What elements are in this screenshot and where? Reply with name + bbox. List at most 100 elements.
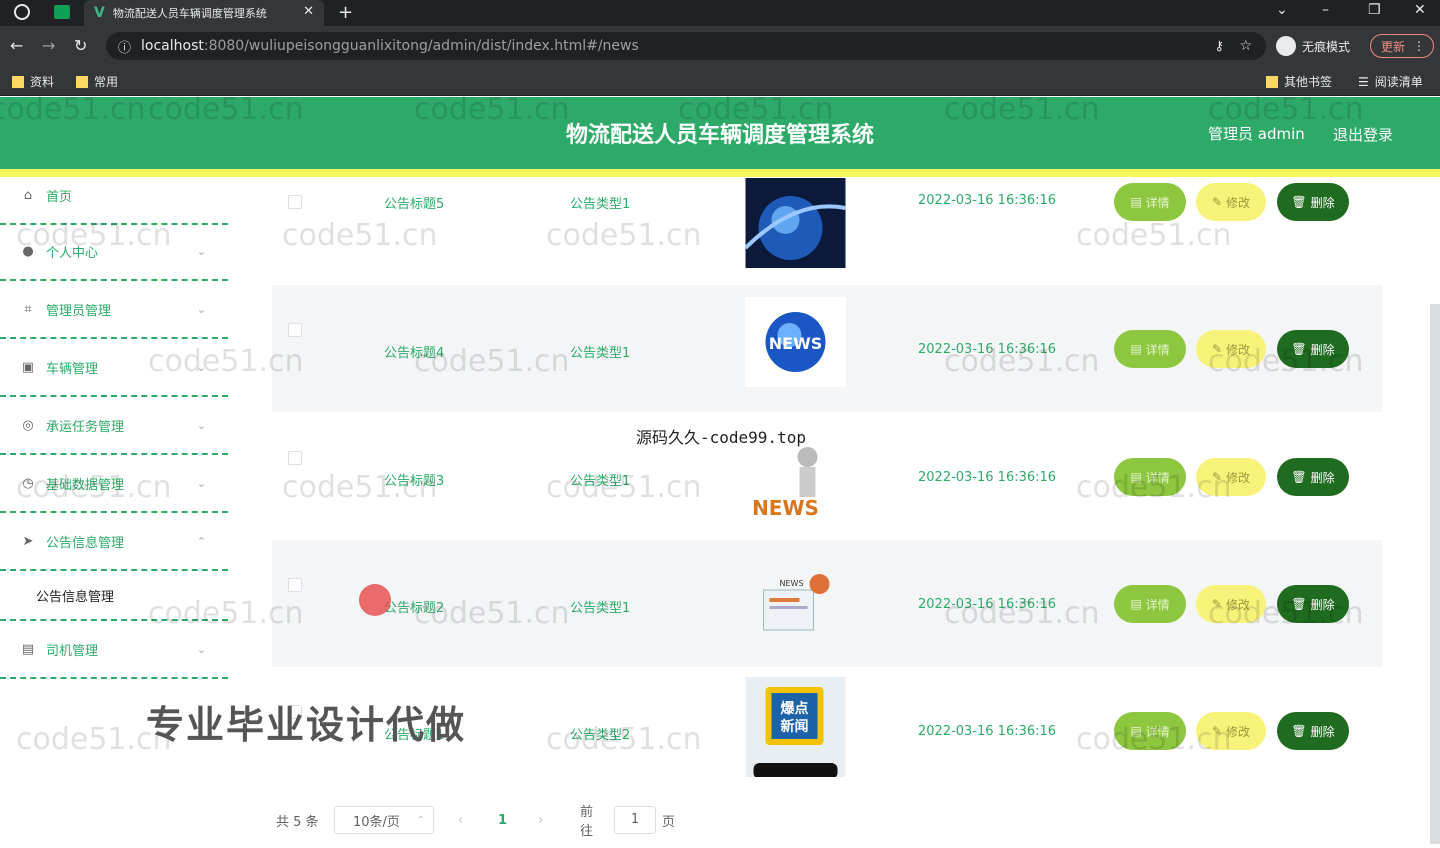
detail-button[interactable]: ▤ 详情 (1114, 712, 1186, 750)
delete-button[interactable]: 🗑 删除 (1277, 330, 1349, 368)
sidebar-item-tasks[interactable]: ◎ 承运任务管理 ⌄ (0, 397, 228, 455)
goto-page-input[interactable]: 1 (614, 806, 656, 834)
bookmark-star-icon[interactable]: ☆ (1239, 38, 1252, 54)
edit-icon: ✎ (1211, 342, 1223, 356)
table-row: 公告标题3 公告类型1 NEWS 2022-03-16 16:36:16 ▤ 详情… (272, 413, 1382, 540)
sidebar-item-basedata[interactable]: ◷ 基础数据管理 ⌄ (0, 455, 228, 513)
detail-button[interactable]: ▤ 详情 (1114, 183, 1186, 221)
chevron-down-icon: ⌄ (196, 360, 206, 374)
sidebar-item-label: 个人中心 (46, 245, 99, 261)
other-bookmarks[interactable]: 其他书签 (1266, 73, 1332, 90)
edit-label: 修改 (1226, 342, 1251, 357)
edit-icon: ✎ (1211, 470, 1223, 484)
row-checkbox[interactable] (288, 451, 302, 465)
next-page-icon[interactable]: › (538, 813, 543, 828)
notice-title: 公告标题4 (384, 346, 445, 361)
notice-time: 2022-03-16 16:36:16 (918, 193, 1057, 208)
back-icon[interactable]: ← (10, 36, 23, 55)
sidebar-item-notices[interactable]: ➤ 公告信息管理 ⌃ (0, 513, 228, 571)
restore-button[interactable]: ❐ (1368, 2, 1381, 18)
url-input[interactable]: ⓘ localhost :8080/wuliupeisongguanlixito… (106, 32, 1266, 60)
incognito-indicator[interactable]: 无痕模式 (1276, 36, 1350, 56)
browser-tab-bar: V 物流配送人员车辆调度管理系统 ✕ + ⌄ – ❐ ✕ (0, 0, 1440, 26)
browser-menu-icon[interactable] (14, 4, 30, 20)
delete-button[interactable]: 🗑 删除 (1277, 712, 1349, 750)
edit-button[interactable]: ✎ 修改 (1196, 712, 1266, 750)
delete-button[interactable]: 🗑 删除 (1277, 585, 1349, 623)
trash-icon: 🗑 (1291, 195, 1307, 209)
tab-close-icon[interactable]: ✕ (303, 4, 314, 19)
detail-button[interactable]: ▤ 详情 (1114, 330, 1186, 368)
detail-button[interactable]: ▤ 详情 (1114, 585, 1186, 623)
page-size-select[interactable]: 10条/页 ⌃ (334, 806, 434, 834)
crop-icon: ⌗ (24, 301, 32, 317)
edit-label: 修改 (1226, 597, 1251, 612)
svg-text:爆点: 爆点 (781, 700, 809, 717)
detail-label: 详情 (1145, 342, 1170, 357)
source-note: 源码久久-code99.top (636, 428, 806, 447)
delete-button[interactable]: 🗑 删除 (1277, 458, 1349, 496)
detail-icon: ▤ (1130, 195, 1142, 209)
minimize-button[interactable]: – (1322, 2, 1329, 18)
sidebar-item-drivers[interactable]: ▤ 司机管理 ⌄ (0, 621, 228, 679)
forward-icon[interactable]: → (42, 36, 55, 55)
delete-label: 删除 (1310, 470, 1335, 485)
svg-text:NEWS: NEWS (752, 496, 819, 520)
kebab-menu-icon[interactable]: ⋮ (1413, 39, 1425, 53)
notice-type: 公告类型1 (570, 601, 631, 616)
window-close-button[interactable]: ✕ (1414, 2, 1426, 18)
bookmarks-bar: 资料 常用 其他书签 ☰ 阅读清单 (0, 66, 1440, 96)
delete-button[interactable]: 🗑 删除 (1277, 183, 1349, 221)
sidebar-item-profile[interactable]: ● 个人中心 ⌄ (0, 223, 228, 281)
car-icon: ▣ (21, 359, 35, 375)
edit-button[interactable]: ✎ 修改 (1196, 458, 1266, 496)
row-checkbox[interactable] (288, 578, 302, 592)
detail-label: 详情 (1145, 724, 1170, 739)
site-info-icon[interactable]: ⓘ (118, 37, 131, 56)
delete-label: 删除 (1310, 724, 1335, 739)
logout-link[interactable]: 退出登录 (1333, 124, 1393, 145)
tab-search-icon[interactable]: ⌄ (1276, 2, 1288, 18)
page-scrollbar[interactable] (1430, 304, 1440, 844)
new-tab-button[interactable]: + (338, 2, 353, 23)
detail-icon: ▤ (1130, 597, 1142, 611)
detail-label: 详情 (1145, 470, 1170, 485)
current-page[interactable]: 1 (498, 813, 507, 828)
sidebar-item-home[interactable]: ⌂ 首页 (0, 167, 228, 225)
page-size-value: 10条/页 (353, 814, 400, 830)
edit-button[interactable]: ✎ 修改 (1196, 585, 1266, 623)
detail-icon: ▤ (1130, 724, 1142, 738)
edit-button[interactable]: ✎ 修改 (1196, 330, 1266, 368)
detail-button[interactable]: ▤ 详情 (1114, 458, 1186, 496)
edit-icon: ✎ (1211, 195, 1223, 209)
row-checkbox[interactable] (288, 195, 302, 209)
sidebar-item-admins[interactable]: ⌗ 管理员管理 ⌄ (0, 281, 228, 339)
sidebar-item-label: 基础数据管理 (46, 477, 125, 493)
chevron-down-icon: ⌄ (196, 476, 206, 490)
key-icon[interactable]: ⚷ (1214, 39, 1224, 54)
reading-list[interactable]: ☰ 阅读清单 (1358, 73, 1423, 90)
edit-button[interactable]: ✎ 修改 (1196, 183, 1266, 221)
row-checkbox[interactable] (288, 323, 302, 337)
notice-title: 公告标题5 (384, 197, 445, 212)
sidebar-item-vehicles[interactable]: ▣ 车辆管理 ⌄ (0, 339, 228, 397)
sidebar-item-label: 车辆管理 (46, 361, 99, 377)
prev-page-icon[interactable]: ‹ (458, 813, 463, 828)
detail-label: 详情 (1145, 597, 1170, 612)
bookmark-folder[interactable]: 常用 (76, 73, 118, 90)
active-tab[interactable]: V 物流配送人员车辆调度管理系统 ✕ (84, 0, 324, 26)
notice-thumbnail: NEWS (745, 297, 846, 387)
detail-label: 详情 (1145, 195, 1170, 210)
sheets-tab-icon[interactable] (54, 5, 70, 19)
incognito-icon (1276, 36, 1296, 56)
trash-icon: 🗑 (1291, 470, 1307, 484)
notice-type: 公告类型1 (570, 474, 631, 489)
chevron-down-icon: ⌄ (196, 302, 206, 316)
bookmark-folder[interactable]: 资料 (12, 73, 54, 90)
update-button[interactable]: 更新 ⋮ (1370, 34, 1434, 58)
sidebar-subitem-notices[interactable]: 公告信息管理 (0, 571, 228, 621)
reload-icon[interactable]: ↻ (74, 36, 87, 55)
folder-icon (76, 75, 88, 88)
bookmark-label: 阅读清单 (1374, 75, 1423, 89)
notice-type: 公告类型1 (570, 197, 631, 212)
